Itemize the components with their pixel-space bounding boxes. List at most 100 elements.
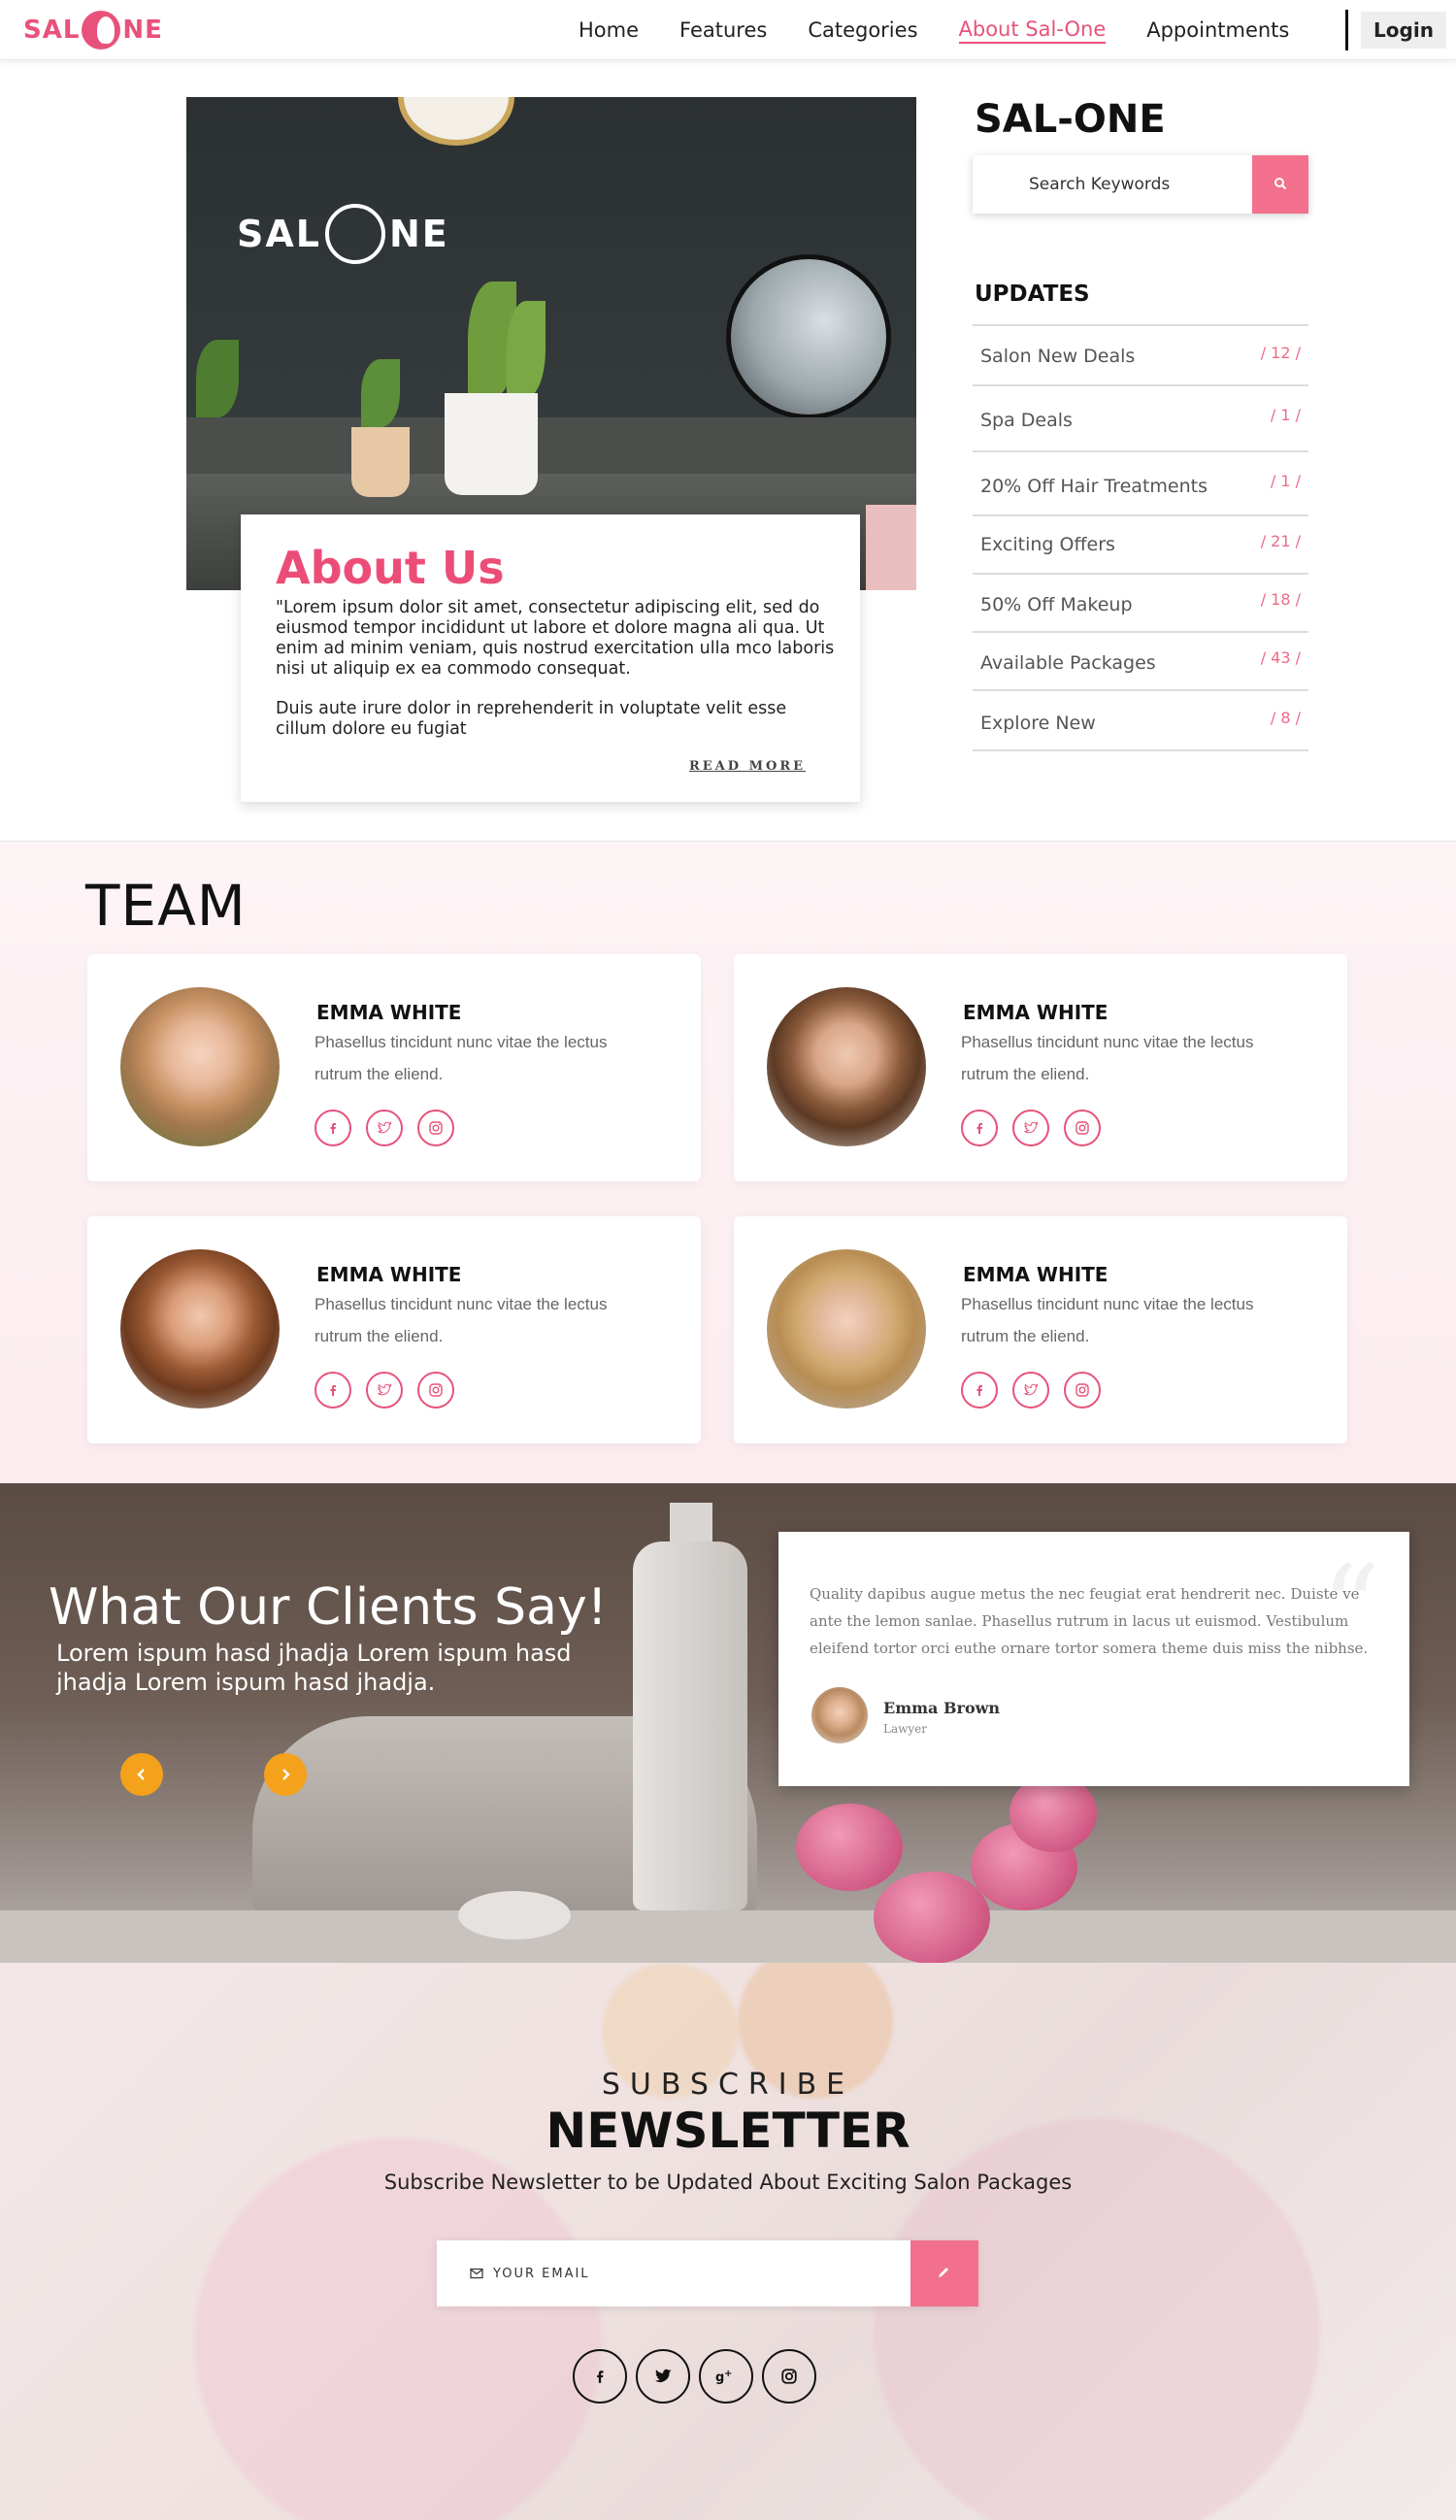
team-section: TEAM EMMA WHITE Phasellus tincidunt nunc… [0,841,1456,1483]
update-count: / 21 / [1260,532,1301,550]
read-more-link[interactable]: READ MORE [689,759,806,774]
google-plus-icon[interactable]: g + [699,2349,753,2404]
update-label: Available Packages [980,652,1156,674]
member-socials [314,1372,469,1409]
newsletter-kicker: SUBSCRIBE [601,2068,855,2102]
update-item[interactable]: Spa Deals / 1 / [973,386,1308,452]
search-button[interactable] [1252,155,1308,214]
brand-logo[interactable]: SAL NE [23,8,163,52]
twitter-icon[interactable] [1012,1372,1049,1409]
team-member-card: EMMA WHITE Phasellus tincidunt nunc vita… [734,954,1347,1181]
update-label: Salon New Deals [980,346,1136,367]
prev-arrow-button[interactable] [120,1753,163,1796]
member-name: EMMA WHITE [963,1001,1109,1024]
updates-list: Salon New Deals / 12 / Spa Deals / 1 / 20%… [973,326,1308,751]
search-icon [1274,178,1287,190]
team-member-card: EMMA WHITE Phasellus tincidunt nunc vita… [734,1216,1347,1443]
nav-home[interactable]: Home [579,18,639,42]
logo-text-right: NE [122,16,163,45]
facebook-icon[interactable] [314,1372,351,1409]
login-button[interactable]: Login [1361,12,1446,49]
testimonial-author: Emma Brown [883,1699,1001,1717]
update-item[interactable]: Exciting Offers / 21 / [973,516,1308,575]
facebook-icon[interactable] [314,1110,351,1146]
update-item[interactable]: 50% Off Makeup / 18 / [973,575,1308,633]
svg-text:+: + [724,2369,732,2379]
instagram-icon[interactable] [417,1372,454,1409]
instagram-icon[interactable] [417,1110,454,1146]
top-navbar: SAL NE Home Features Categories About Sa… [0,0,1456,60]
update-label: 50% Off Makeup [980,594,1133,615]
avatar [767,1249,926,1409]
email-input[interactable] [493,2240,901,2306]
member-name: EMMA WHITE [963,1263,1109,1286]
update-count: / 18 / [1260,590,1301,609]
logo-text-left: SAL [23,16,81,45]
newsletter-subtitle: Subscribe Newsletter to be Updated About… [383,2171,1073,2194]
twitter-icon[interactable] [636,2349,690,2404]
newsletter-socials: g + [573,2349,825,2404]
avatar [120,987,280,1146]
update-item[interactable]: Salon New Deals / 12 / [973,326,1308,386]
testimonials-title: What Our Clients Say! [49,1578,608,1637]
subscribe-button[interactable] [910,2240,978,2306]
newsletter-title: NEWSLETTER [546,2103,910,2159]
team-member-card: EMMA WHITE Phasellus tincidunt nunc vita… [87,954,701,1181]
instagram-icon[interactable] [1064,1110,1101,1146]
update-label: Spa Deals [980,410,1073,431]
testimonial-role: Lawyer [883,1722,928,1736]
facebook-icon[interactable] [961,1110,998,1146]
member-name: EMMA WHITE [316,1263,462,1286]
facebook-icon[interactable] [961,1372,998,1409]
instagram-icon[interactable] [762,2349,816,2404]
nav-about[interactable]: About Sal-One [958,17,1107,44]
update-item[interactable]: Explore New / 8 / [973,691,1308,751]
avatar [811,1687,868,1743]
member-description: Phasellus tincidunt nunc vitae the lectu… [314,1295,608,1345]
update-label: Exciting Offers [980,534,1115,555]
envelope-icon [470,2268,483,2279]
pencil-icon [939,2268,948,2277]
email-form [437,2240,978,2306]
nav-features[interactable]: Features [679,18,767,42]
avatar [767,987,926,1146]
logo-face-icon [82,11,121,50]
member-socials [961,1110,1115,1146]
about-paragraph-2: Duis aute irure dolor in reprehenderit i… [276,699,787,739]
member-description: Phasellus tincidunt nunc vitae the lectu… [961,1033,1254,1083]
search-input[interactable] [973,155,1250,214]
avatar [120,1249,280,1409]
updates-title: UPDATES [975,282,1090,307]
update-item[interactable]: Available Packages / 43 / [973,633,1308,691]
testimonial-quote: Quality dapibus augue metus the nec feug… [810,1585,1369,1657]
update-item[interactable]: 20% Off Hair Treatments / 1 / [973,452,1308,516]
twitter-icon[interactable] [1012,1110,1049,1146]
nav-categories[interactable]: Categories [808,18,917,42]
twitter-icon[interactable] [366,1372,403,1409]
member-description: Phasellus tincidunt nunc vitae the lectu… [961,1295,1254,1345]
member-description: Phasellus tincidunt nunc vitae the lectu… [314,1033,608,1083]
newsletter-section: SUBSCRIBE NEWSLETTER Subscribe Newslette… [0,1963,1456,2520]
testimonial-card: “ Quality dapibus augue metus the nec fe… [778,1532,1409,1786]
hero-logo-sign: SAL NE [237,204,449,264]
twitter-icon[interactable] [366,1110,403,1146]
update-count: / 12 / [1260,344,1301,362]
next-arrow-button[interactable] [264,1753,307,1796]
about-title: About Us [276,542,505,594]
about-card: About Us "Lorem ipsum dolor sit amet, co… [241,514,860,802]
svg-text:g: g [715,2371,724,2385]
chevron-right-icon [282,1769,290,1780]
member-name: EMMA WHITE [316,1001,462,1024]
member-socials [314,1110,469,1146]
instagram-icon[interactable] [1064,1372,1101,1409]
testimonials-section: What Our Clients Say! Lorem ispum hasd j… [0,1483,1456,1963]
about-paragraph-1: "Lorem ipsum dolor sit amet, consectetur… [276,598,835,679]
update-count: / 1 / [1270,406,1301,424]
update-label: 20% Off Hair Treatments [980,476,1208,497]
candle-image [458,1891,571,1940]
chevron-left-icon [137,1769,145,1780]
update-count: / 1 / [1270,472,1301,490]
nav-appointments[interactable]: Appointments [1146,18,1289,42]
facebook-icon[interactable] [573,2349,627,2404]
nav-divider [1345,10,1348,50]
